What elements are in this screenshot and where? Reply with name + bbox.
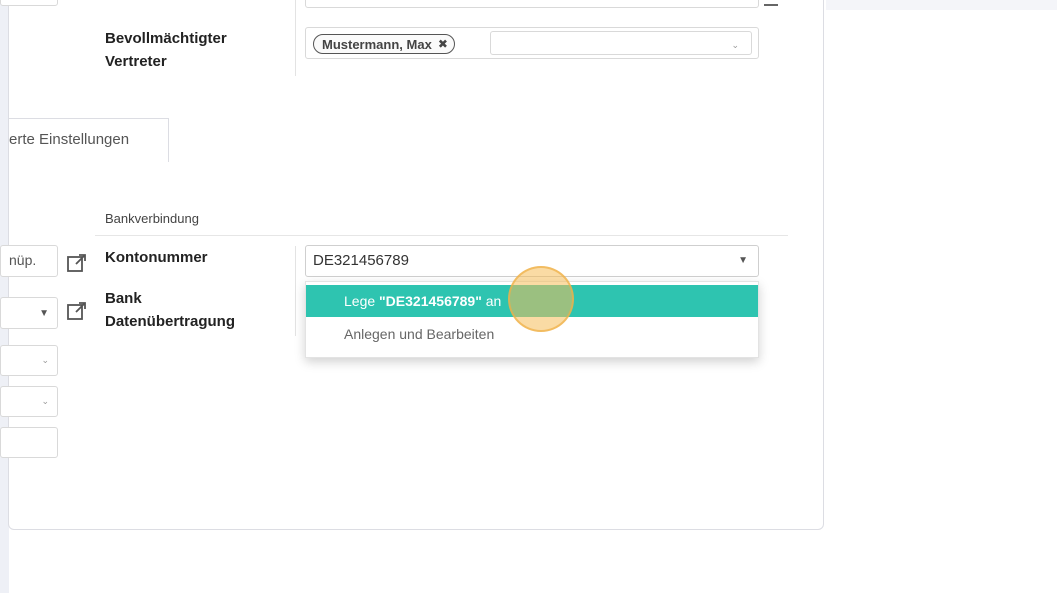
partial-input-text: nüp. xyxy=(9,252,37,268)
section-title: Bankverbindung xyxy=(105,211,199,226)
partial-input-top-right[interactable] xyxy=(305,0,759,8)
caret-down-icon: ▼ xyxy=(39,308,49,319)
tab-label: erte Einstellungen xyxy=(9,131,130,148)
account-value: DE321456789 xyxy=(313,252,409,269)
partial-icon xyxy=(764,0,778,6)
external-link-icon[interactable] xyxy=(66,252,88,274)
external-link-icon[interactable] xyxy=(66,300,88,322)
dropdown-item-create-edit-text: Anlegen und Bearbeiten xyxy=(344,326,495,342)
representative-tag-label: Mustermann, Max xyxy=(322,36,432,52)
account-label: Kontonummer xyxy=(105,249,208,266)
caret-down-icon[interactable]: ▼ xyxy=(738,255,748,266)
partial-select-1[interactable]: ⌄ xyxy=(0,345,58,376)
representative-search-input[interactable]: ⌄ xyxy=(490,31,752,55)
close-icon[interactable]: ✖ xyxy=(438,37,448,51)
section-divider xyxy=(95,235,788,236)
caret-down-icon: ⌄ xyxy=(731,40,739,50)
bank-label-line2: Datenübertragung xyxy=(105,313,236,330)
partial-select-bank[interactable]: ▼ xyxy=(0,297,58,329)
representative-field[interactable]: Mustermann, Max ✖ ⌄ xyxy=(305,27,759,59)
representative-label-line2: Vertreter xyxy=(105,53,167,70)
representative-tag: Mustermann, Max ✖ xyxy=(313,34,455,54)
tab-advanced-settings[interactable]: erte Einstellungen xyxy=(9,118,169,162)
representative-label: Bevollmächtigter Vertreter xyxy=(105,27,227,73)
cursor-highlight xyxy=(508,266,574,332)
create-prefix: Lege xyxy=(344,293,380,309)
column-divider xyxy=(295,0,296,76)
create-suffix: an xyxy=(481,293,502,309)
bank-label-line1: Bank xyxy=(105,290,142,307)
caret-down-icon: ⌄ xyxy=(41,355,49,365)
dropdown-item-create-text: Lege "DE321456789" an xyxy=(344,293,501,309)
partial-input-3[interactable] xyxy=(0,427,58,458)
background-panel xyxy=(826,0,1057,10)
partial-input-top-left[interactable] xyxy=(0,0,58,6)
bank-transfer-label: Bank Datenübertragung xyxy=(105,287,235,333)
representative-label-line1: Bevollmächtigter xyxy=(105,30,227,47)
partial-input-link[interactable]: nüp. xyxy=(0,245,58,277)
create-value: "DE321456789" xyxy=(379,293,482,309)
column-divider xyxy=(295,246,296,336)
partial-select-2[interactable]: ⌄ xyxy=(0,386,58,417)
caret-down-icon: ⌄ xyxy=(41,396,49,406)
